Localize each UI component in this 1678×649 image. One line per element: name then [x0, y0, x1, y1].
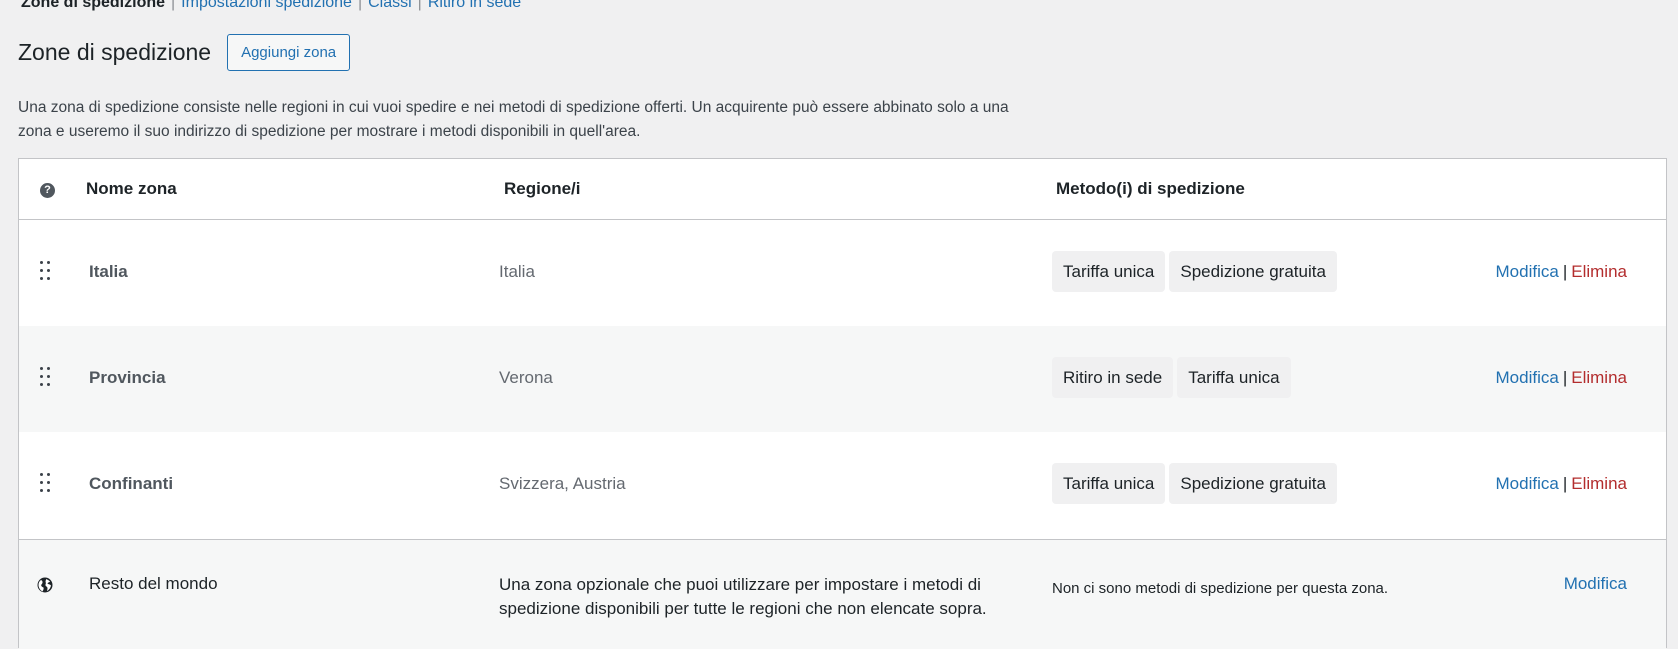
- method-badge: Tariffa unica: [1052, 463, 1166, 504]
- zone-name[interactable]: Confinanti: [89, 474, 173, 494]
- subnav-separator: |: [417, 0, 422, 11]
- row-actions: Modifica | Elimina: [1496, 368, 1627, 388]
- zone-methods: Tariffa unica Spedizione gratuita: [1052, 463, 1337, 504]
- drag-handle-icon[interactable]: [40, 367, 52, 389]
- action-separator: |: [1562, 368, 1568, 387]
- table-row: Confinanti Svizzera, Austria Tariffa uni…: [19, 432, 1666, 538]
- method-badge: Tariffa unica: [1177, 357, 1291, 398]
- subnav-link-local-pickup[interactable]: Ritiro in sede: [428, 0, 521, 11]
- column-header-methods: Metodo(i) di spedizione: [1056, 179, 1245, 198]
- zone-region: Italia: [499, 262, 535, 281]
- subnav-separator: |: [171, 0, 176, 11]
- zone-region: Svizzera, Austria: [499, 474, 626, 493]
- action-separator: |: [1562, 262, 1568, 281]
- no-methods-text: Non ci sono metodi di spedizione per que…: [1052, 580, 1389, 597]
- column-header-zone-name: Nome zona: [86, 179, 177, 198]
- help-icon[interactable]: ?: [40, 183, 55, 198]
- row-actions: Modifica | Elimina: [1496, 474, 1627, 494]
- page-title: Zone di spedizione: [18, 39, 212, 65]
- zone-methods: Ritiro in sede Tariffa unica: [1052, 357, 1291, 398]
- zone-name: Resto del mondo: [89, 574, 218, 593]
- subnav-separator: |: [357, 0, 363, 11]
- edit-link[interactable]: Modifica: [1496, 262, 1559, 281]
- method-badge: Tariffa unica: [1052, 251, 1166, 292]
- method-badge: Ritiro in sede: [1052, 357, 1174, 398]
- rest-of-world-row: Resto del mondo Una zona opzionale che p…: [19, 539, 1666, 649]
- zone-name[interactable]: Italia: [89, 262, 128, 282]
- shipping-zones-table: ? Nome zona Regione/i Metodo(i) di spedi…: [18, 158, 1667, 649]
- edit-link[interactable]: Modifica: [1564, 574, 1627, 594]
- delete-link[interactable]: Elimina: [1571, 368, 1627, 387]
- zone-methods: Tariffa unica Spedizione gratuita: [1052, 251, 1337, 292]
- method-badge: Spedizione gratuita: [1169, 463, 1337, 504]
- globe-icon: [37, 577, 53, 593]
- zone-description: Una zona opzionale che puoi utilizzare p…: [499, 575, 987, 618]
- table-row: Italia Italia Tariffa unica Spedizione g…: [19, 220, 1666, 326]
- table-row: Provincia Verona Ritiro in sede Tariffa …: [19, 326, 1666, 432]
- delete-link[interactable]: Elimina: [1571, 262, 1627, 281]
- subnav-current-zones: Zone di spedizione: [21, 0, 166, 11]
- intro-text: Una zona di spedizione consiste nelle re…: [18, 99, 1009, 140]
- action-separator: |: [1562, 474, 1568, 493]
- table-header: ? Nome zona Regione/i Metodo(i) di spedi…: [19, 159, 1666, 220]
- shipping-subnav: Zone di spedizione | Impostazioni spedizio…: [21, 0, 521, 12]
- method-badge: Spedizione gratuita: [1169, 251, 1337, 292]
- zone-region: Verona: [499, 368, 553, 387]
- subnav-link-shipping-settings[interactable]: Impostazioni spedizione: [181, 0, 352, 11]
- add-zone-button[interactable]: Aggiungi zona: [227, 34, 351, 71]
- subnav-link-classes[interactable]: Classi: [368, 0, 412, 11]
- drag-handle-icon[interactable]: [40, 473, 52, 495]
- drag-handle-icon[interactable]: [40, 261, 52, 283]
- page-heading: Zone di spedizione Aggiungi zona: [18, 34, 351, 71]
- delete-link[interactable]: Elimina: [1571, 474, 1627, 493]
- edit-link[interactable]: Modifica: [1496, 368, 1559, 387]
- edit-link[interactable]: Modifica: [1496, 474, 1559, 493]
- column-header-region: Regione/i: [504, 179, 581, 198]
- row-actions: Modifica | Elimina: [1496, 262, 1627, 282]
- zone-name[interactable]: Provincia: [89, 368, 166, 388]
